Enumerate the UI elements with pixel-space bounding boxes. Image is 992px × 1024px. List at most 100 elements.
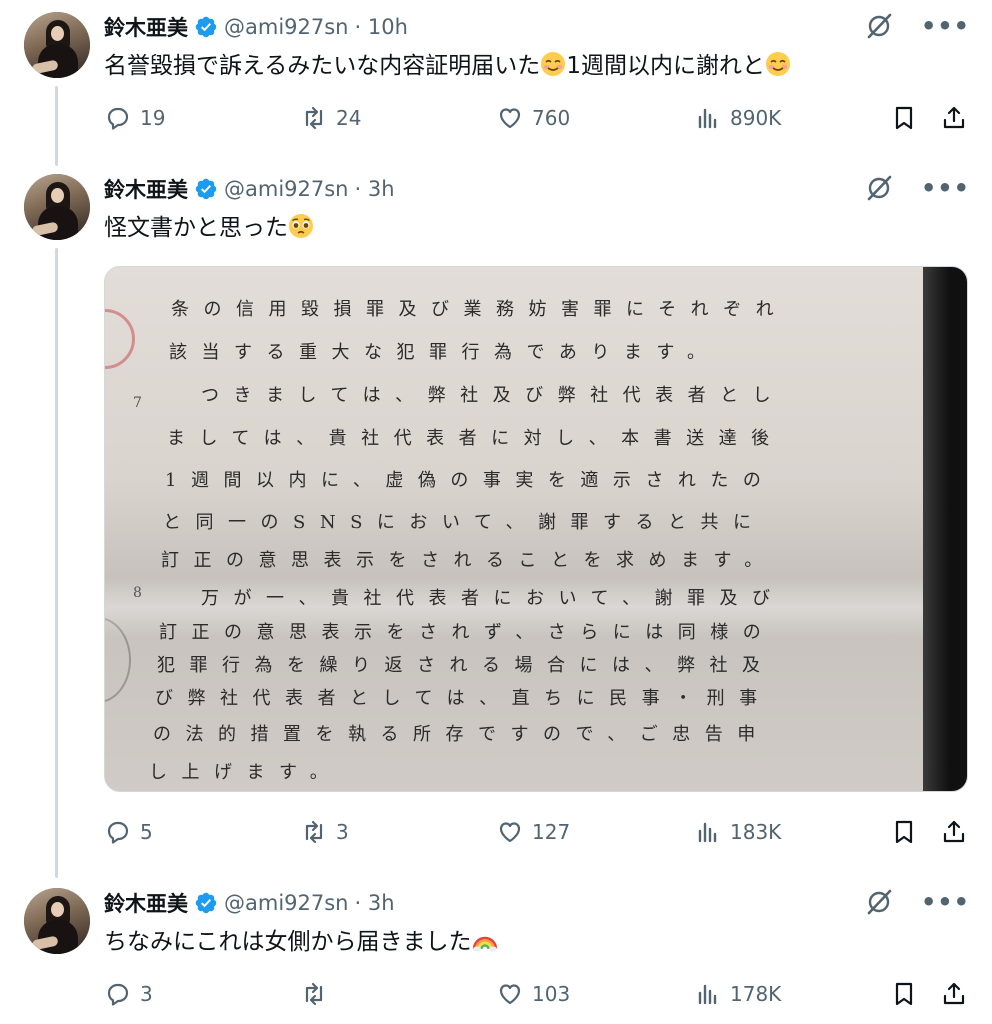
timestamp[interactable]: · 10h (355, 15, 408, 39)
grok-icon[interactable] (865, 12, 893, 40)
more-options-icon[interactable]: ••• (921, 890, 970, 914)
document-line: と同一のSNSにおいて、謝罪すると共に (163, 512, 766, 533)
analytics-icon (698, 822, 717, 843)
reply-icon (107, 983, 129, 1006)
like-count: 127 (532, 820, 571, 844)
document-line: ましては、貴社代表者に対し、本書送達後 (167, 428, 784, 449)
like-button[interactable]: 760 (496, 104, 570, 132)
bookmark-icon (895, 982, 913, 1006)
views-button[interactable]: 890K (694, 104, 781, 132)
document-line: し上げます。 (149, 762, 343, 783)
verified-badge-icon (195, 178, 217, 200)
retweet-button[interactable]: 3 (300, 818, 349, 846)
pleading-face-emoji-icon (289, 214, 313, 238)
document-line: 訂正の意思表示をされず、さらには同様の (159, 622, 776, 643)
like-count: 760 (532, 106, 571, 130)
display-name[interactable]: 鈴木亜美 (104, 12, 188, 42)
like-count: 103 (532, 982, 571, 1006)
avatar[interactable] (24, 888, 90, 954)
more-options-icon[interactable]: ••• (921, 176, 970, 200)
like-button[interactable]: 127 (496, 818, 570, 846)
verified-badge-icon (195, 16, 217, 38)
verified-badge-icon (195, 892, 217, 914)
timestamp[interactable]: · 3h (355, 177, 395, 201)
document-line: つきましては、弊社及び弊社代表者とし (201, 385, 786, 406)
reply-count: 5 (140, 820, 153, 844)
thread-line (55, 86, 58, 166)
bookmark-button[interactable] (890, 980, 918, 1008)
heart-icon (499, 822, 521, 843)
document-line: 1週間以内に、虚偽の事実を適示されたの (165, 470, 776, 491)
display-name[interactable]: 鈴木亜美 (104, 888, 188, 918)
tweet-text-part: 怪文書かと思った (104, 215, 288, 241)
analytics-icon (698, 984, 717, 1005)
views-button[interactable]: 183K (694, 818, 781, 846)
share-icon (943, 106, 965, 129)
document-line: 訂正の意思表示をされることを求めます。 (161, 550, 777, 571)
views-button[interactable]: 178K (694, 980, 781, 1008)
share-icon (943, 820, 965, 843)
tweet-actions: 3 103 178K (104, 980, 970, 1010)
document-line: の法的措置を執る所存ですので、ご忠告申 (153, 724, 770, 745)
retweet-icon (305, 982, 323, 1006)
like-button[interactable]: 103 (496, 980, 570, 1008)
reply-button[interactable]: 3 (104, 980, 153, 1008)
tweet-text-part: 名誉毀損で訴えるみたいな内容証明届いた (104, 53, 541, 79)
document-line-number: 8 (133, 585, 142, 601)
tweet-text: 名誉毀損で訴えるみたいな内容証明届いた 1週間以内に謝れと (104, 50, 791, 82)
tweet-text-part: 1週間以内に謝れと (566, 53, 765, 79)
retweet-button[interactable] (300, 980, 336, 1008)
document-line: 条の信用毀損罪及び業務妨害罪にそれぞれ (171, 299, 789, 320)
tweet-text: ちなみにこれは女側から届きました (104, 926, 498, 958)
tweet-header: 鈴木亜美 @ami927sn · 3h (104, 888, 395, 918)
bookmark-button[interactable] (890, 818, 918, 846)
seal-stamp (105, 309, 135, 369)
user-handle[interactable]: @ami927sn (224, 15, 349, 39)
grok-icon[interactable] (865, 888, 893, 916)
share-icon (943, 982, 965, 1005)
smiling-face-emoji-icon (765, 52, 790, 76)
document-line: 該当する重大な犯罪行為であります。 (169, 342, 720, 363)
bookmark-icon (895, 106, 913, 130)
analytics-icon (698, 108, 717, 129)
smiling-face-emoji-icon (541, 52, 566, 76)
retweet-button[interactable]: 24 (300, 104, 361, 132)
share-button[interactable] (940, 980, 968, 1008)
grok-icon[interactable] (865, 174, 893, 202)
thread-line (55, 248, 58, 878)
reply-count: 19 (140, 106, 166, 130)
reply-icon (107, 107, 129, 130)
display-name[interactable]: 鈴木亜美 (104, 174, 188, 204)
tweet-header: 鈴木亜美 @ami927sn · 10h (104, 12, 408, 42)
tweet-actions: 19 24 760 890K (104, 104, 970, 134)
reply-icon (107, 821, 129, 844)
view-count: 178K (730, 982, 782, 1006)
view-count: 890K (730, 106, 782, 130)
view-count: 183K (730, 820, 782, 844)
reply-button[interactable]: 19 (104, 104, 165, 132)
tweet-header: 鈴木亜美 @ami927sn · 3h (104, 174, 395, 204)
heart-icon (499, 984, 521, 1005)
document-line-number: 7 (133, 395, 142, 411)
share-button[interactable] (940, 104, 968, 132)
timestamp[interactable]: · 3h (355, 891, 395, 915)
reply-button[interactable]: 5 (104, 818, 153, 846)
document-line: 万が一、貴社代表者において、謝罪及び (201, 588, 785, 609)
avatar[interactable] (24, 174, 90, 240)
avatar[interactable] (24, 12, 90, 78)
user-handle[interactable]: @ami927sn (224, 891, 349, 915)
user-handle[interactable]: @ami927sn (224, 177, 349, 201)
more-options-icon[interactable]: ••• (921, 14, 970, 38)
reply-count: 3 (140, 982, 153, 1006)
retweet-icon (305, 106, 323, 130)
bookmark-button[interactable] (890, 104, 918, 132)
tweet-text: 怪文書かと思った (104, 212, 314, 244)
share-button[interactable] (940, 818, 968, 846)
document-photo[interactable]: 7 8 条の信用毀損罪及び業務妨害罪にそれぞれ 該当する重大な犯罪行為であります… (104, 266, 968, 792)
retweet-count: 24 (336, 106, 362, 130)
document-line: 犯罪行為を繰り返される場合には、弊社及 (157, 655, 775, 676)
tweet-text-part: ちなみにこれは女側から届きました (104, 929, 472, 955)
tweet-actions: 5 3 127 183K (104, 818, 970, 848)
retweet-icon (305, 820, 323, 844)
heart-icon (499, 108, 521, 129)
